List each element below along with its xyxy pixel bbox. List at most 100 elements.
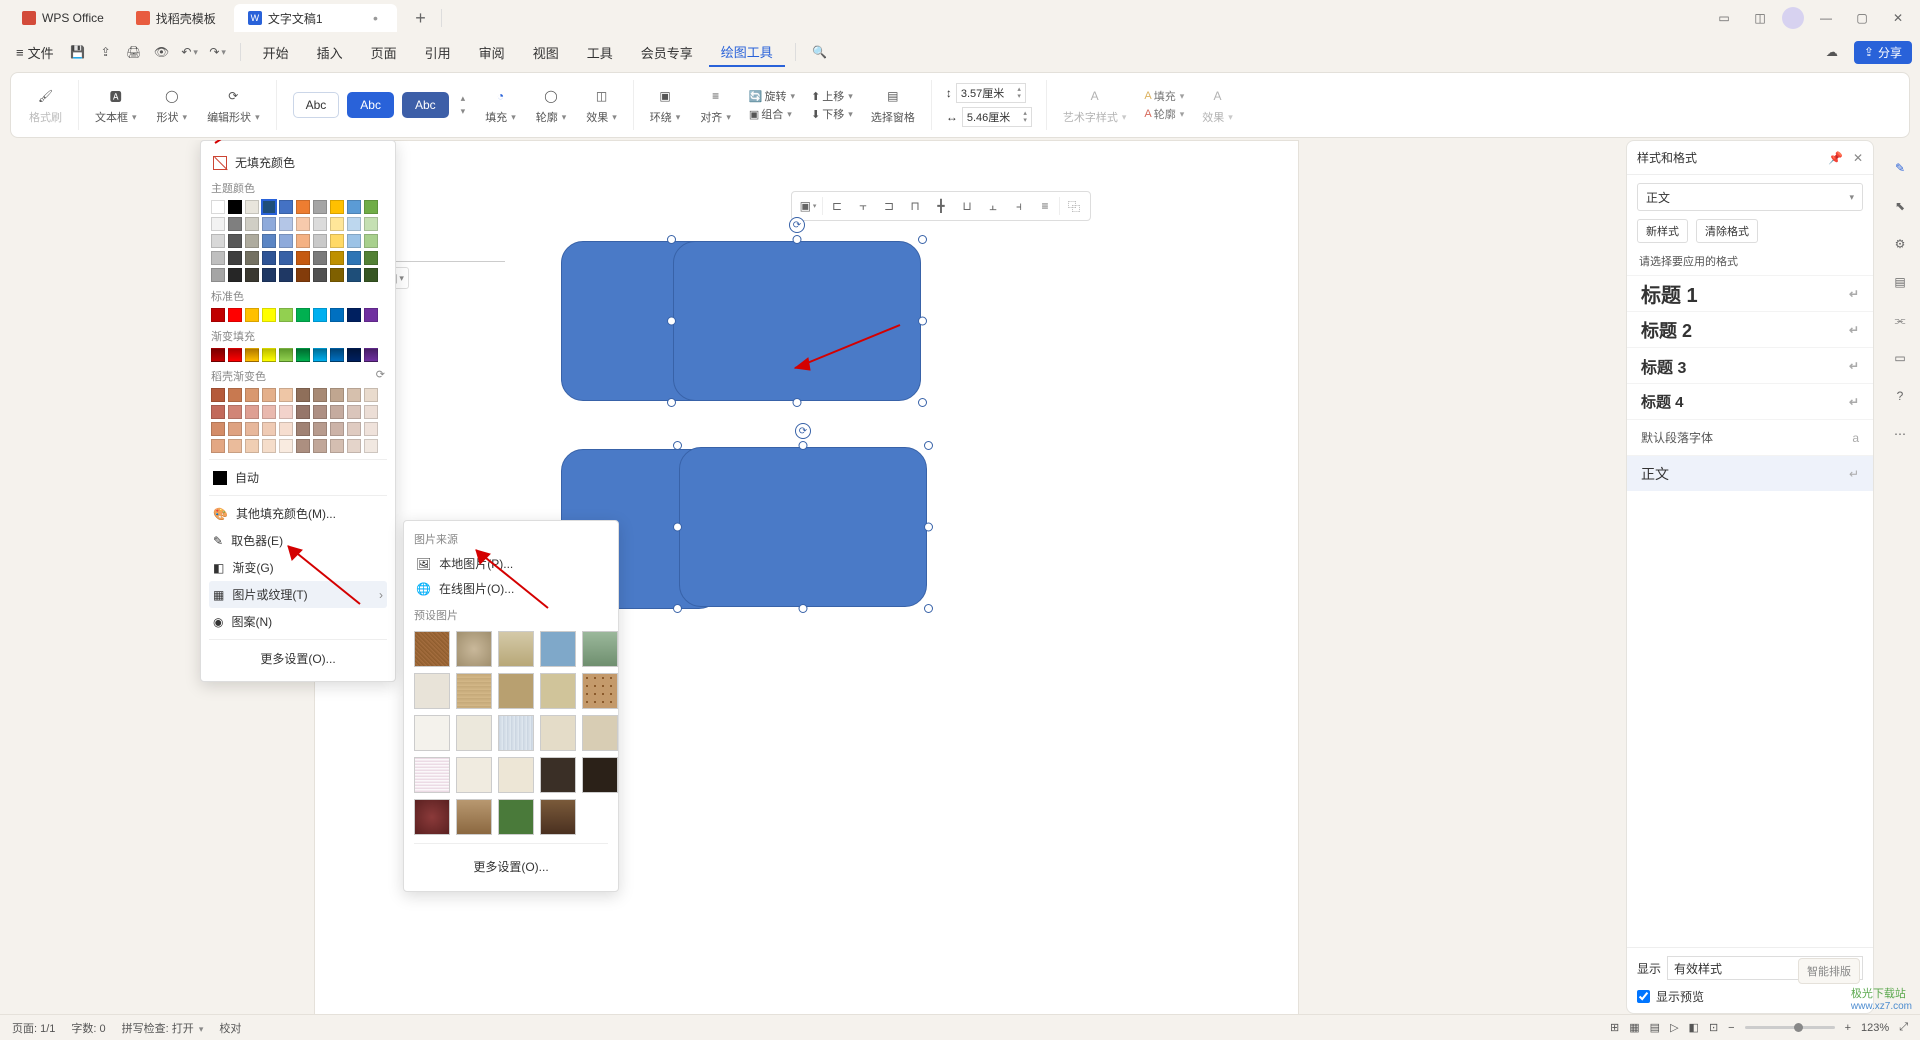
color-swatch[interactable]	[228, 200, 242, 214]
edit-shape-button[interactable]: ⟳编辑形状▾	[199, 76, 268, 134]
bring-forward-button[interactable]: ⬆ 上移▾	[811, 88, 853, 104]
fill-button[interactable]: ◔填充▾	[477, 76, 524, 134]
gradient-swatch[interactable]	[262, 422, 276, 436]
texture-swatch[interactable]	[498, 631, 534, 667]
selection-pane-button[interactable]: ▤选择窗格	[863, 76, 923, 134]
more-tool-icon[interactable]: ⋯	[1888, 422, 1912, 446]
style-item-body[interactable]: 正文↵	[1627, 455, 1873, 491]
width-input[interactable]: 5.46厘米▴▾	[962, 107, 1032, 127]
color-swatch[interactable]	[296, 234, 310, 248]
redo-icon[interactable]: ↷▾	[206, 40, 230, 64]
page-tool-icon[interactable]: ▭	[1888, 346, 1912, 370]
color-swatch[interactable]	[245, 251, 259, 265]
gradient-swatch[interactable]	[364, 422, 378, 436]
style-gallery[interactable]: Abc Abc Abc ▴▾	[285, 76, 474, 134]
style-preset-3[interactable]: Abc	[402, 92, 449, 118]
wrap-button[interactable]: ▣环绕▾	[642, 76, 689, 134]
gradient-swatch[interactable]	[228, 405, 242, 419]
undo-icon[interactable]: ↶▾	[178, 40, 202, 64]
color-swatch[interactable]	[364, 217, 378, 231]
color-swatch[interactable]	[279, 234, 293, 248]
color-swatch[interactable]	[279, 251, 293, 265]
edit-tool-icon[interactable]: ✎	[1888, 156, 1912, 180]
view-mode-icon[interactable]: ▷	[1670, 1021, 1678, 1034]
style-preset-2[interactable]: Abc	[347, 92, 394, 118]
handle-e[interactable]	[918, 317, 927, 326]
gradient-swatch[interactable]	[228, 422, 242, 436]
shape-rect-4[interactable]	[679, 447, 927, 607]
text-fill-button[interactable]: A 填充▾	[1144, 88, 1184, 104]
handle-n[interactable]	[793, 235, 802, 244]
zoom-level[interactable]: 123%	[1861, 1022, 1889, 1034]
texture-swatch[interactable]	[456, 673, 492, 709]
align-center-h-icon[interactable]: ⫟	[851, 194, 875, 218]
rotate-handle[interactable]: ⟳	[789, 217, 805, 233]
gradient-swatch[interactable]	[364, 405, 378, 419]
minimize-button[interactable]: —	[1812, 4, 1840, 32]
reader-icon[interactable]: ▭	[1710, 4, 1738, 32]
texture-swatch[interactable]	[414, 799, 450, 835]
new-style-button[interactable]: 新样式	[1637, 219, 1688, 243]
align-top-icon[interactable]: ⊓	[903, 194, 927, 218]
settings-tool-icon[interactable]: ⚙	[1888, 232, 1912, 256]
spell-check-status[interactable]: 拼写检查: 打开 ▾	[122, 1020, 204, 1036]
tab-start[interactable]: 开始	[251, 39, 301, 66]
gradient-swatch[interactable]	[245, 348, 259, 362]
gradient-swatch[interactable]	[313, 405, 327, 419]
texture-swatch[interactable]	[456, 631, 492, 667]
color-swatch[interactable]	[245, 217, 259, 231]
color-swatch[interactable]	[313, 268, 327, 282]
format-painter[interactable]: 🖌格式刷	[21, 76, 70, 134]
texture-swatch[interactable]	[414, 631, 450, 667]
handle-n[interactable]	[799, 441, 808, 450]
color-swatch[interactable]	[245, 234, 259, 248]
close-panel-icon[interactable]: ✕	[1853, 151, 1863, 165]
equal-size-icon[interactable]: ≡	[1033, 194, 1057, 218]
save-icon[interactable]: 💾	[66, 40, 90, 64]
tab-review[interactable]: 审阅	[467, 39, 517, 66]
align-left-icon[interactable]: ⊏	[825, 194, 849, 218]
handle-nw[interactable]	[667, 235, 676, 244]
color-swatch[interactable]	[279, 217, 293, 231]
gradient-swatch[interactable]	[296, 348, 310, 362]
view-mode-icon[interactable]: ▤	[1650, 1021, 1660, 1034]
color-swatch[interactable]	[245, 268, 259, 282]
texture-swatch[interactable]	[456, 715, 492, 751]
app-menu-button[interactable]: ≡ 文件	[8, 39, 62, 66]
rotate-handle[interactable]: ⟳	[795, 423, 811, 439]
distribute-h-icon[interactable]: ⫠	[981, 194, 1005, 218]
chevron-down-icon[interactable]: ▾	[461, 106, 466, 117]
color-swatch[interactable]	[262, 308, 276, 322]
gradient-swatch[interactable]	[296, 388, 310, 402]
gradient-swatch[interactable]	[313, 388, 327, 402]
texture-swatch[interactable]	[540, 799, 576, 835]
color-swatch[interactable]	[364, 308, 378, 322]
color-swatch[interactable]	[296, 217, 310, 231]
gradient-swatch[interactable]	[245, 388, 259, 402]
color-swatch[interactable]	[211, 268, 225, 282]
color-swatch[interactable]	[364, 251, 378, 265]
gradient-swatch[interactable]	[364, 439, 378, 453]
color-swatch[interactable]	[211, 308, 225, 322]
no-fill-item[interactable]: 无填充颜色	[209, 149, 387, 176]
clear-format-button[interactable]: 清除格式	[1696, 219, 1758, 243]
tab-drawing-tools[interactable]: 绘图工具	[709, 38, 785, 67]
gradient-swatch[interactable]	[313, 439, 327, 453]
chevron-up-icon[interactable]: ▴	[461, 93, 466, 104]
gradient-swatch[interactable]	[279, 348, 293, 362]
texture-swatch[interactable]	[582, 715, 618, 751]
color-swatch[interactable]	[211, 251, 225, 265]
texture-swatch[interactable]	[498, 799, 534, 835]
gradient-swatch[interactable]	[262, 348, 276, 362]
color-swatch[interactable]	[347, 234, 361, 248]
color-swatch[interactable]	[313, 217, 327, 231]
color-swatch[interactable]	[330, 308, 344, 322]
tab-view[interactable]: 视图	[521, 39, 571, 66]
gradient-swatch[interactable]	[262, 405, 276, 419]
close-button[interactable]: ✕	[1884, 4, 1912, 32]
gradient-swatch[interactable]	[211, 388, 225, 402]
color-swatch[interactable]	[330, 251, 344, 265]
color-swatch[interactable]	[262, 200, 276, 214]
color-swatch[interactable]	[245, 200, 259, 214]
view-mode-icon[interactable]: ◧	[1689, 1021, 1699, 1034]
